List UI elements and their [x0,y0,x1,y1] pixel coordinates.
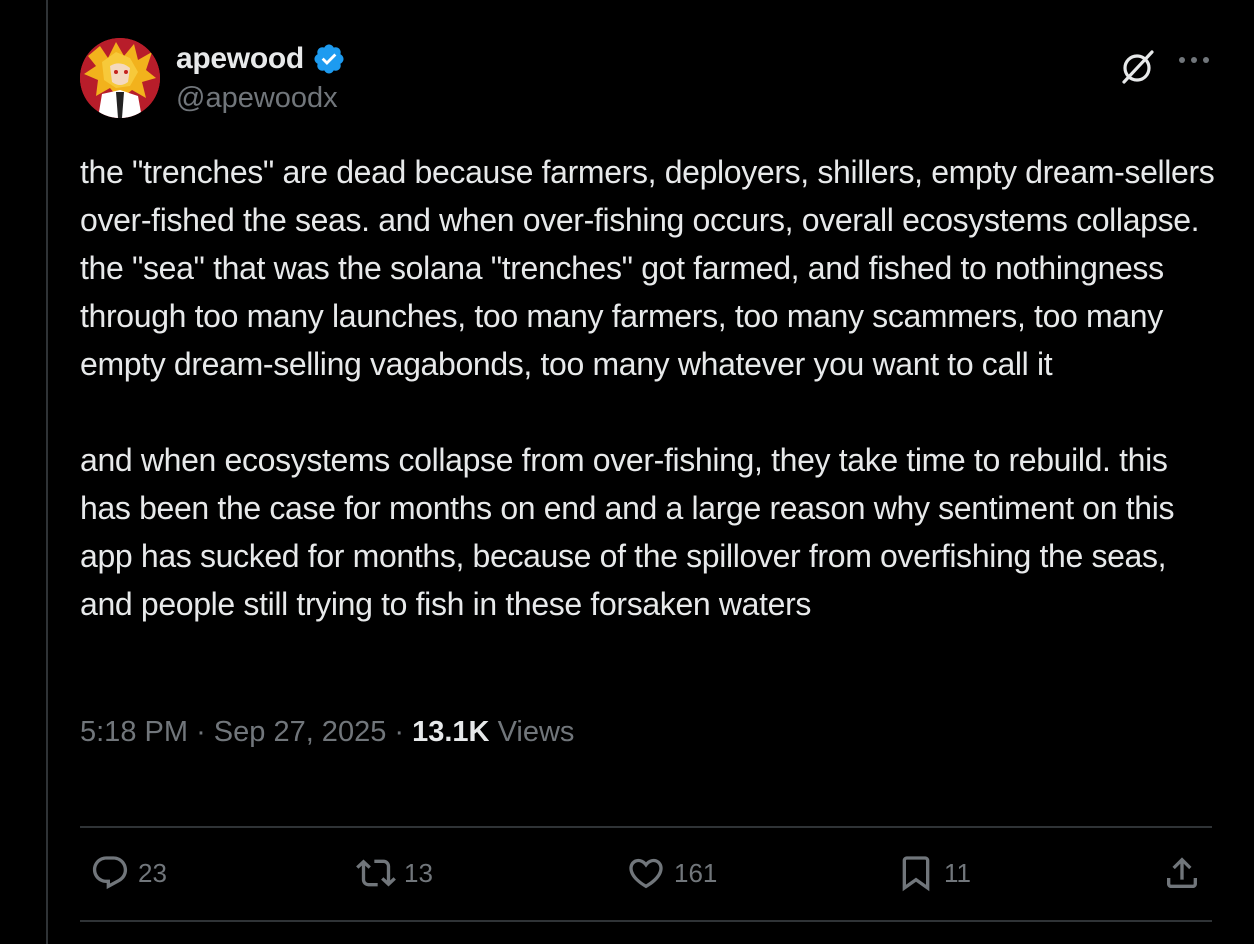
like-button[interactable]: 161 [626,842,717,904]
bookmark-count: 11 [944,857,971,888]
avatar[interactable] [80,38,160,118]
meta-separator: · [394,716,413,748]
grok-icon[interactable] [1118,46,1158,86]
bookmark-icon [902,856,930,892]
tweet-text: the "trenches" are dead because farmers,… [80,154,1215,622]
verified-badge-icon[interactable] [312,42,346,76]
views-label: Views [497,716,575,748]
reply-icon [92,856,128,890]
tweet-header: apewood @apewoodx [80,36,1212,120]
reply-button[interactable]: 23 [90,842,167,904]
tweet: apewood @apewoodx the "trenches" are dea… [80,36,1215,628]
divider-bottom [80,920,1212,922]
divider-top [80,826,1212,828]
repost-icon [356,859,396,887]
repost-button[interactable]: 13 [356,842,433,904]
repost-count: 13 [404,857,433,888]
author-handle[interactable]: @apewoodx [176,82,346,115]
tweet-time[interactable]: 5:18 PM [80,716,188,748]
action-bar: 23 13 161 11 [90,842,1202,904]
author-info: apewood @apewoodx [176,40,346,115]
more-options-icon[interactable] [1176,50,1212,70]
bookmark-button[interactable]: 11 [896,842,971,904]
tweet-date[interactable]: Sep 27, 2025 [214,716,387,748]
meta-separator: · [196,716,214,748]
reply-count: 23 [138,857,167,888]
views-count[interactable]: 13.1K [412,716,497,748]
share-icon [1167,857,1197,888]
timeline-border [46,0,48,944]
display-name[interactable]: apewood [176,42,304,76]
tweet-metadata: 5:18 PM · Sep 27, 2025 · 13.1K Views [80,716,574,749]
share-button[interactable] [1162,842,1202,904]
like-count: 161 [674,857,718,888]
like-icon [629,858,663,889]
